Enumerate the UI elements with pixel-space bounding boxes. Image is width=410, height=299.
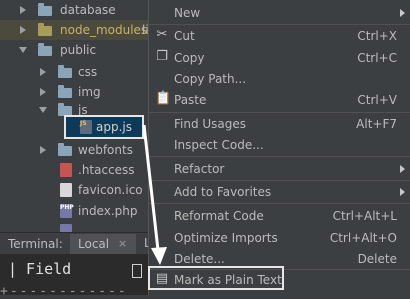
menu-item-new[interactable]: New [149, 2, 410, 24]
folder-icon [58, 85, 72, 98]
terminal-cursor [132, 264, 142, 278]
menu-separator [149, 156, 410, 157]
menu-item-paste[interactable]: 📋 Paste Ctrl+V [149, 89, 410, 111]
tree-item-label: favicon.ico [78, 183, 143, 197]
shortcut-label: Delete [357, 252, 397, 266]
htaccess-file-icon [60, 163, 72, 177]
tree-item-label: .htaccess [78, 163, 135, 177]
tree-item-partial [0, 221, 148, 232]
folder-icon [38, 3, 52, 16]
php-file-icon: PHP [60, 204, 74, 218]
shortcut-label: Alt+F7 [356, 117, 397, 131]
tree-item-label: img [78, 85, 101, 99]
tree-item-public[interactable]: public [0, 40, 148, 60]
expand-arrow-icon[interactable] [40, 88, 46, 96]
image-file-icon [60, 183, 72, 197]
tree-item-label: public [60, 43, 97, 57]
terminal-tab-label: Local [78, 237, 110, 251]
collapse-arrow-icon[interactable] [39, 107, 47, 113]
menu-separator [149, 203, 410, 204]
folder-icon [38, 43, 52, 56]
tree-item-img[interactable]: img [0, 82, 148, 102]
collapse-arrow-icon[interactable] [19, 47, 27, 53]
menu-item-label: Refactor [174, 162, 225, 176]
shortcut-label: Ctrl+Alt+L [332, 209, 397, 223]
menu-item-label: Reformat Code [174, 209, 264, 223]
clipboard-icon: 📋 [155, 91, 172, 106]
tree-item-webfonts[interactable]: webfonts [0, 140, 148, 160]
menu-item-label: Copy [174, 51, 205, 65]
tree-item-htaccess[interactable]: .htaccess [0, 160, 148, 180]
menu-item-label: Inspect Code... [174, 138, 264, 152]
shortcut-label: Ctrl+X [357, 29, 397, 43]
menu-item-find-usages[interactable]: Find Usages Alt+F7 [149, 113, 410, 135]
scissors-icon: ✂ [156, 27, 168, 42]
submenu-arrow-icon [400, 188, 405, 196]
tree-item-favicon[interactable]: favicon.ico [0, 180, 148, 200]
expand-arrow-icon[interactable] [20, 26, 26, 34]
shortcut-label: Ctrl+Alt+O [329, 231, 397, 245]
menu-item-copy-path[interactable]: Copy Path... [149, 68, 410, 90]
menu-item-label: Optimize Imports [174, 231, 278, 245]
menu-item-label: New [174, 6, 201, 20]
terminal-line: +------------ [0, 284, 128, 299]
tree-item-label: css [78, 65, 98, 79]
menu-item-reformat-code[interactable]: Reformat Code Ctrl+Alt+L [149, 205, 410, 227]
terminal-line: | Field [8, 260, 72, 278]
terminal-output[interactable]: | Field +------------ [0, 254, 148, 299]
menu-item-label: Delete... [174, 252, 225, 266]
menu-item-optimize-imports[interactable]: Optimize Imports Ctrl+Alt+O [149, 227, 410, 249]
shortcut-label: Ctrl+V [357, 93, 397, 107]
menu-item-label: Paste [174, 93, 207, 107]
menu-item-label: Add to Favorites [174, 185, 272, 199]
terminal-tab-local[interactable]: Local × [70, 234, 136, 255]
menu-item-cut[interactable]: ✂ Cut Ctrl+X [149, 25, 410, 47]
copy-icon: ❐ [156, 49, 168, 64]
tree-item-label: database [60, 3, 116, 17]
shortcut-label: Ctrl+C [357, 51, 397, 65]
terminal-title: Terminal: [8, 237, 63, 251]
submenu-arrow-icon [400, 165, 405, 173]
tree-item-index-php[interactable]: PHP index.php [0, 201, 148, 221]
expand-arrow-icon[interactable] [40, 68, 46, 76]
js-file-icon: JS [80, 120, 92, 134]
menu-item-label: Cut [174, 29, 195, 43]
menu-item-label: Find Usages [174, 117, 247, 131]
tree-item-label: app.js [96, 120, 132, 134]
highlight-box [148, 266, 284, 290]
tree-item-app-js[interactable]: JS app.js [0, 117, 148, 137]
tree-item-label: node_modules [60, 23, 148, 37]
menu-item-copy[interactable]: ❐ Copy Ctrl+C [149, 47, 410, 69]
menu-item-add-to-favorites[interactable]: Add to Favorites [149, 181, 410, 203]
context-menu: New ✂ Cut Ctrl+X ❐ Copy Ctrl+C Copy Path… [148, 0, 410, 295]
tree-item-database[interactable]: database [0, 0, 148, 20]
terminal-toolbar: Terminal: Local × [0, 232, 148, 255]
expand-arrow-icon[interactable] [20, 6, 26, 14]
folder-icon [58, 65, 72, 78]
submenu-arrow-icon [400, 9, 405, 17]
close-icon[interactable]: × [118, 237, 127, 250]
tree-item-css[interactable]: css [0, 62, 148, 82]
menu-item-inspect-code[interactable]: Inspect Code... [149, 134, 410, 156]
tree-item-node-modules[interactable]: node_modules li [0, 20, 148, 40]
php-file-icon [60, 224, 72, 232]
tree-item-label: webfonts [78, 143, 133, 157]
menu-item-label: Copy Path... [174, 72, 247, 86]
folder-icon [58, 143, 72, 156]
menu-item-refactor[interactable]: Refactor [149, 158, 410, 180]
project-tree: database node_modules li public css img … [0, 0, 148, 232]
excluded-folder-icon [38, 23, 52, 36]
expand-arrow-icon[interactable] [40, 146, 46, 154]
tree-item-label: index.php [78, 204, 138, 218]
